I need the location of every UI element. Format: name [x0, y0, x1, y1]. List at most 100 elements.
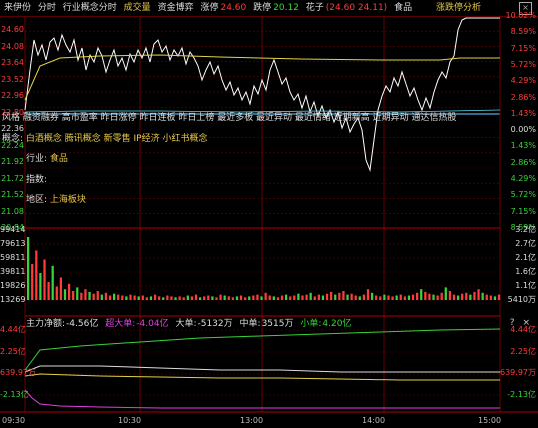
volume-bar — [227, 296, 230, 300]
volume-bar — [465, 292, 468, 300]
limit-down-label: 跌停 — [253, 3, 272, 13]
price-left-tick: 23.52 — [1, 74, 24, 84]
time-tick: 13:00 — [240, 416, 264, 425]
volume-bar — [444, 287, 447, 300]
chart-canvas — [0, 15, 538, 413]
industry-tab[interactable]: 行业概念分时 — [63, 0, 117, 16]
volume-bar — [375, 295, 378, 300]
volume-bar — [387, 295, 390, 300]
large-value: -5132万 — [197, 319, 233, 329]
style-line: 风格 融资融券 高市盈率 昨日涨停 昨日连板 昨日上榜 最近多板 最近异动 最近… — [2, 112, 457, 124]
volume-bar — [334, 294, 337, 300]
volume-bar — [256, 294, 259, 300]
volume-bar — [43, 259, 46, 300]
volume-bar — [72, 291, 75, 300]
flow-tab[interactable]: 资金博弈 — [158, 0, 194, 16]
volume-bar — [59, 277, 63, 300]
concept-value[interactable]: 白酒概念 腾讯概念 新零售 IP经济 小红书概念 — [26, 134, 208, 144]
volume-bar — [223, 295, 226, 300]
stock-name[interactable]: 来伊份 — [4, 0, 31, 16]
medium-label: 中单: — [239, 319, 261, 329]
region-line: 地区: 上海板块 — [26, 194, 86, 206]
industry-value[interactable]: 食品 — [50, 154, 68, 164]
volume-bar — [174, 297, 177, 300]
medium-value: 3515万 — [261, 319, 294, 329]
volume-bar — [297, 293, 300, 300]
flow-right-tick: 4.44亿 — [510, 325, 536, 334]
analysis-button[interactable]: 涨跌停分析 — [436, 0, 481, 16]
volume-bar — [346, 294, 349, 300]
volume-bar — [264, 292, 267, 300]
super-large-value: -4.04亿 — [136, 319, 169, 329]
price-right-tick: 4.29% — [510, 174, 536, 184]
vol-right-tick: 5410万 — [507, 295, 536, 304]
volume-bar — [416, 292, 419, 300]
volume-bar — [399, 294, 402, 300]
volume-bar — [145, 297, 149, 300]
volume-bar — [370, 292, 374, 300]
price-left-tick: 21.08 — [1, 206, 24, 216]
volume-bar — [76, 287, 79, 300]
vol-right-tick: 2.1亿 — [515, 253, 536, 262]
volume-bar — [67, 283, 71, 300]
volume-bar — [411, 294, 415, 300]
volume-bar — [108, 295, 112, 300]
volume-bar — [137, 296, 140, 300]
vol-left-tick: 79613 — [0, 239, 26, 248]
industry-line: 行业: 食品 — [26, 153, 68, 165]
price-right-tick: 8.59% — [510, 27, 536, 37]
flow-right-tick: 639.97万 — [500, 368, 536, 378]
fund-flow-header: 主力净额:-4.56亿 超大单:-4.04亿 大单:-5132万 中单:3515… — [26, 318, 355, 330]
price-left-tick: 21.72 — [1, 173, 24, 183]
main-net-label: 主力净额: — [26, 319, 66, 329]
volume-bar — [342, 291, 345, 300]
volume-bar — [158, 296, 161, 300]
flow-left-tick: -2.13亿 — [0, 390, 29, 399]
super-large-label: 超大单: — [105, 319, 136, 329]
volume-bar — [260, 296, 263, 300]
limit-up-value: 24.60 — [220, 3, 247, 13]
volume-bar — [481, 292, 484, 300]
volume-bar — [456, 295, 460, 300]
volume-bar — [27, 237, 30, 300]
volume-bar — [452, 294, 456, 300]
vol-left-tick: 39811 — [0, 267, 26, 276]
volume-bar — [338, 292, 341, 300]
volume-bar — [420, 289, 423, 300]
flow-right-tick: -2.13亿 — [507, 390, 536, 399]
volume-bar — [194, 294, 198, 300]
volume-bar — [63, 289, 67, 300]
volume-bar — [284, 294, 288, 300]
volume-bar — [55, 286, 58, 300]
price-right-tick: 1.43% — [510, 141, 536, 151]
volume-bar — [112, 293, 116, 300]
volume-bar — [391, 296, 394, 300]
volume-bar — [219, 294, 222, 300]
flower-label: 花子 — [305, 3, 324, 13]
industry-label: 行业: — [26, 154, 48, 164]
volume-bar — [485, 294, 488, 300]
volume-bar — [383, 294, 386, 300]
volume-bar — [358, 296, 361, 300]
volume-bar — [448, 291, 452, 300]
volume-bar — [313, 296, 316, 300]
vol-right-tick: 1.6亿 — [515, 267, 536, 276]
limit-up-label: 涨停 — [200, 3, 219, 13]
volume-bar — [366, 289, 370, 300]
volume-bar — [293, 295, 296, 300]
region-value[interactable]: 上海板块 — [50, 195, 86, 205]
price-right-tick: 1.43% — [510, 108, 536, 118]
volume-bar — [166, 295, 169, 300]
vol-left-tick: 99414 — [0, 225, 26, 234]
volume-bar — [129, 294, 132, 300]
time-tick: 15:00 — [478, 416, 502, 425]
volume-bar — [276, 297, 280, 300]
volume-bar — [268, 295, 271, 300]
mode-tab[interactable]: 分时 — [38, 0, 56, 16]
limit-down-value: 20.12 — [273, 3, 299, 13]
volume-bar — [231, 297, 234, 300]
volume-tab[interactable]: 成交量 — [124, 0, 151, 16]
volume-bar — [395, 295, 398, 300]
price-left-tick: 21.52 — [1, 190, 24, 199]
volume-bar — [117, 294, 120, 300]
